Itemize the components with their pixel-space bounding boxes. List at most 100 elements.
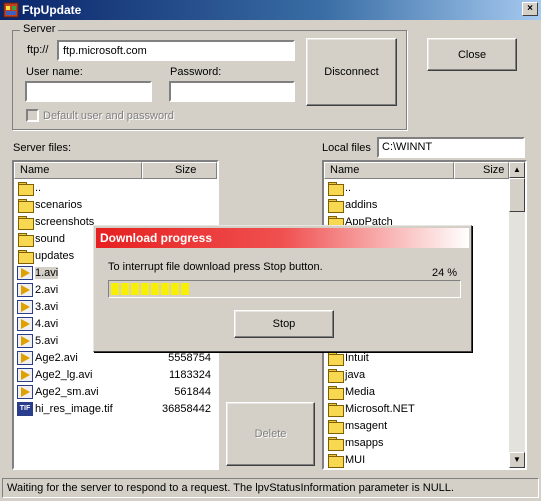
progress-block <box>121 283 129 295</box>
file-name: Media <box>345 385 375 398</box>
server-file-list-item[interactable]: TIF hi_res_image.tif 36858442 <box>14 400 217 417</box>
local-col-size[interactable]: Size <box>454 162 509 179</box>
progress-block <box>141 283 149 295</box>
file-name: MUI <box>345 453 366 466</box>
folder-icon <box>327 351 344 366</box>
folder-icon <box>327 436 344 451</box>
avi-file-icon <box>17 265 33 280</box>
local-file-list-item[interactable]: msapps <box>324 434 525 451</box>
file-name: scenarios <box>35 198 83 211</box>
file-size: 1183324 <box>168 368 211 381</box>
dialog-message: To interrupt file download press Stop bu… <box>108 261 323 273</box>
avi-file-icon <box>17 316 33 331</box>
status-text: Waiting for the server to respond to a r… <box>7 482 454 494</box>
folder-icon <box>17 232 34 247</box>
file-name: msagent <box>345 419 388 432</box>
folder-icon <box>327 385 344 400</box>
file-name: .. <box>345 181 352 194</box>
avi-file-icon <box>17 367 33 382</box>
folder-icon <box>17 249 34 264</box>
disconnect-button[interactable]: Disconnect <box>306 38 397 106</box>
file-name: addins <box>345 198 378 211</box>
file-size: 36858442 <box>162 402 211 415</box>
delete-button[interactable]: Delete <box>226 402 315 466</box>
disconnect-button-label: Disconnect <box>324 66 379 78</box>
server-file-list-item[interactable]: scenarios <box>14 196 217 213</box>
file-name: 1.avi <box>35 266 59 279</box>
username-input[interactable] <box>25 81 152 102</box>
file-name: 3.avi <box>35 300 59 313</box>
local-col-name[interactable]: Name <box>324 162 454 179</box>
default-credentials-label: Default user and password <box>43 110 174 122</box>
file-size: 5558754 <box>168 351 211 364</box>
folder-icon <box>327 368 344 383</box>
local-file-list-item[interactable]: Microsoft.NET <box>324 400 525 417</box>
local-file-list-item[interactable]: java <box>324 366 525 383</box>
file-name: updates <box>35 249 75 262</box>
server-files-label: Server files: <box>13 142 72 154</box>
file-name: Age2.avi <box>35 351 78 364</box>
file-name: java <box>345 368 366 381</box>
file-name: sound <box>35 232 65 245</box>
folder-icon <box>327 198 344 213</box>
file-name: .. <box>35 181 42 194</box>
default-credentials-checkbox[interactable] <box>26 109 39 122</box>
folder-icon <box>17 198 34 213</box>
ftp-prefix-label: ftp:// <box>27 44 49 56</box>
scroll-thumb[interactable] <box>509 178 525 212</box>
file-name: 4.avi <box>35 317 59 330</box>
title-close-button[interactable]: × <box>522 2 538 16</box>
stop-button[interactable]: Stop <box>234 310 334 338</box>
server-col-name[interactable]: Name <box>14 162 142 179</box>
file-name: Microsoft.NET <box>345 402 415 415</box>
local-path-field: C:\WINNT <box>377 137 525 158</box>
file-name: Age2_sm.avi <box>35 385 99 398</box>
progress-block <box>151 283 159 295</box>
avi-file-icon <box>17 350 33 365</box>
server-files-header: Name Size <box>14 162 217 179</box>
folder-icon <box>17 181 34 196</box>
app-icon <box>3 2 19 18</box>
local-file-list-item[interactable]: MUI <box>324 451 525 468</box>
download-progress-dialog: Download progress To interrupt file down… <box>93 225 472 352</box>
local-files-scrollbar[interactable]: ▲ ▼ <box>509 162 525 468</box>
server-group-label: Server <box>20 23 59 35</box>
local-file-list-item[interactable]: Media <box>324 383 525 400</box>
avi-file-icon <box>17 384 33 399</box>
password-input[interactable] <box>169 81 295 102</box>
server-file-list-item[interactable]: Age2_sm.avi 561844 <box>14 383 217 400</box>
password-label: Password: <box>170 66 222 78</box>
file-name: Age2_lg.avi <box>35 368 93 381</box>
scroll-up-icon[interactable]: ▲ <box>509 162 525 178</box>
folder-icon <box>327 181 344 196</box>
server-col-size[interactable]: Size <box>142 162 217 179</box>
avi-file-icon <box>17 282 33 297</box>
local-path-value: C:\WINNT <box>382 141 433 153</box>
close-button[interactable]: Close <box>427 38 517 71</box>
title-bar[interactable]: FtpUpdate × <box>0 0 541 20</box>
progress-percent: 24 % <box>432 267 458 279</box>
file-size: 561844 <box>174 385 211 398</box>
file-name: hi_res_image.tif <box>35 402 113 415</box>
local-file-list-item[interactable]: msagent <box>324 417 525 434</box>
file-name: screenshots <box>35 215 95 228</box>
file-name: 5.avi <box>35 334 59 347</box>
progress-block <box>111 283 119 295</box>
file-name: 2.avi <box>35 283 59 296</box>
close-button-label: Close <box>457 48 487 61</box>
server-file-list-item[interactable]: .. <box>14 179 217 196</box>
local-file-list-item[interactable]: .. <box>324 179 525 196</box>
avi-file-icon <box>17 333 33 348</box>
window-title: FtpUpdate <box>22 3 82 17</box>
dialog-title[interactable]: Download progress <box>96 228 469 248</box>
avi-file-icon <box>17 299 33 314</box>
ftp-host-input[interactable]: ftp.microsoft.com <box>57 40 295 61</box>
progress-block <box>171 283 179 295</box>
username-label: User name: <box>26 66 83 78</box>
ftp-host-value: ftp.microsoft.com <box>63 44 147 57</box>
local-file-list-item[interactable]: addins <box>324 196 525 213</box>
scroll-down-icon[interactable]: ▼ <box>509 452 525 468</box>
server-file-list-item[interactable]: Age2_lg.avi 1183324 <box>14 366 217 383</box>
progress-block <box>161 283 169 295</box>
local-files-header: Name Size <box>324 162 509 179</box>
